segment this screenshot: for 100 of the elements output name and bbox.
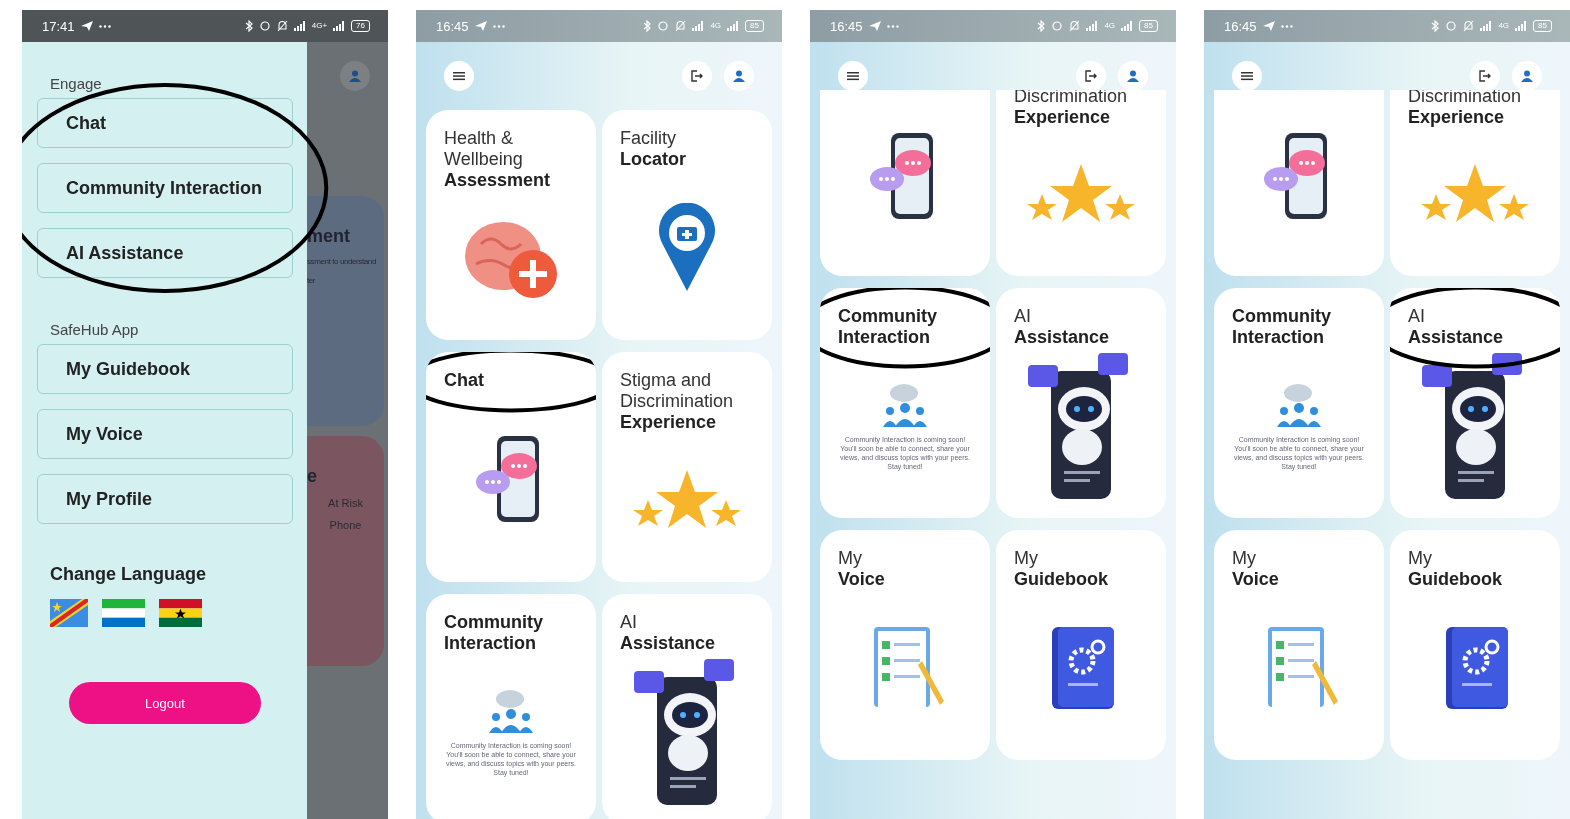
feature-card[interactable]: My Guidebook (1390, 530, 1560, 760)
card-title: Voice (1232, 569, 1280, 590)
send-icon (474, 21, 487, 31)
feature-card[interactable]: Health & Wellbeing Assessment (426, 110, 596, 340)
card-subtitle: My (838, 548, 863, 569)
signal-icon (1480, 21, 1493, 31)
signal-icon (1086, 21, 1099, 31)
location-pin-icon (657, 203, 717, 293)
card-title: Community Interaction (838, 306, 938, 348)
menu-button[interactable] (838, 61, 868, 91)
logout-icon (1084, 70, 1098, 82)
bell-off-icon (276, 20, 288, 32)
user-icon (1127, 70, 1139, 82)
bell-off-icon (1463, 20, 1475, 32)
card-subtitle: Stigma and Discrimination (620, 370, 735, 412)
status-time: 16:45 (830, 18, 863, 34)
menu-item[interactable]: My Voice (37, 409, 293, 459)
network-label: 4G (710, 22, 722, 30)
menu-item[interactable]: Community Interaction (37, 163, 293, 213)
feature-card[interactable]: My Voice (1214, 530, 1384, 760)
more-icon (492, 24, 505, 28)
feature-card[interactable]: AI Assistance (1390, 288, 1560, 518)
flag-icon (159, 599, 202, 627)
menu-item[interactable]: Chat (37, 98, 293, 148)
profile-button[interactable] (724, 61, 754, 91)
flag-icon (50, 599, 88, 627)
card-title: Assistance (1014, 327, 1111, 348)
feature-card[interactable]: My Guidebook (996, 530, 1166, 760)
network-label: 4G (1498, 22, 1510, 30)
user-icon (1521, 70, 1533, 82)
card-text: ssment to understand (307, 257, 376, 266)
card-title: Voice (838, 569, 886, 590)
logout-icon-button[interactable] (1470, 61, 1500, 91)
feature-card[interactable]: Stigma and Discrimination Experience (602, 352, 772, 582)
card-subtitle: My (1408, 548, 1433, 569)
feature-card[interactable]: AI Assistance (602, 594, 772, 819)
card-title: Locator (620, 149, 687, 170)
battery-level: 85 (1533, 20, 1552, 32)
card-subtitle: My (1014, 548, 1039, 569)
battery-level: 76 (351, 20, 370, 32)
bell-off-icon (675, 20, 687, 32)
menu-button[interactable] (444, 61, 474, 91)
battery-level: 85 (1139, 20, 1158, 32)
card-subtitle: AI (1014, 306, 1032, 327)
more-icon (98, 24, 111, 28)
card-title: Community Interaction (1232, 306, 1332, 348)
network-label: 4G+ (311, 22, 328, 30)
card-title: Guidebook (1014, 569, 1109, 590)
battery-level: 85 (745, 20, 764, 32)
menu-item[interactable]: My Profile (37, 474, 293, 524)
menu-icon (453, 71, 465, 81)
card-subtitle: AI (1408, 306, 1426, 327)
signal-icon (293, 21, 306, 31)
card-subtitle: AI (620, 612, 638, 633)
logout-icon-button[interactable] (682, 61, 712, 91)
card-title: ment (307, 226, 350, 247)
feature-card[interactable] (1214, 90, 1384, 276)
card-subtitle: Health & Wellbeing (444, 128, 524, 170)
logout-icon (1478, 70, 1492, 82)
card-text: ter (307, 276, 316, 285)
menu-icon (1241, 71, 1253, 81)
bluetooth-icon (1037, 20, 1046, 32)
card-title: Experience (620, 412, 718, 433)
section-title: SafeHub App (49, 320, 140, 340)
menu-icon (847, 71, 859, 81)
flag-icon (102, 599, 145, 627)
menu-item[interactable]: My Guidebook (37, 344, 293, 394)
bluetooth-icon (244, 20, 253, 32)
card-title: Assessment (444, 170, 552, 191)
status-time: 16:45 (1224, 18, 1257, 34)
status-time: 16:45 (436, 18, 469, 34)
menu-item[interactable]: AI Assistance (37, 228, 293, 278)
status-time: 17:41 (42, 18, 75, 34)
card-title: e (307, 466, 317, 487)
bluetooth-icon (1431, 20, 1440, 32)
more-icon (886, 24, 899, 28)
logout-icon-button[interactable] (1076, 61, 1106, 91)
menu-button[interactable] (1232, 61, 1262, 91)
card-text: At Risk (328, 497, 363, 509)
feature-card[interactable] (820, 90, 990, 276)
profile-button[interactable] (1118, 61, 1148, 91)
card-subtitle: Facility (620, 128, 677, 149)
logout-button[interactable]: Logout (69, 682, 261, 724)
signal-icon (333, 21, 346, 31)
card-title: Community Interaction (444, 612, 544, 654)
card-title: Assistance (620, 633, 717, 654)
feature-card[interactable]: My Voice (820, 530, 990, 760)
feature-card[interactable]: AI Assistance (996, 288, 1166, 518)
send-icon (80, 21, 93, 31)
card-text: Phone (329, 519, 362, 531)
card-subtitle: My (1232, 548, 1257, 569)
send-icon (868, 21, 881, 31)
card-title: Experience (1408, 107, 1506, 128)
card-title: Guidebook (1408, 569, 1503, 590)
profile-button[interactable] (1512, 61, 1542, 91)
feature-card[interactable]: Facility Locator (602, 110, 772, 340)
card-title: Chat (444, 370, 485, 391)
signal-icon (1121, 21, 1134, 31)
user-icon (349, 70, 361, 82)
feature-card[interactable]: Chat (426, 352, 596, 582)
